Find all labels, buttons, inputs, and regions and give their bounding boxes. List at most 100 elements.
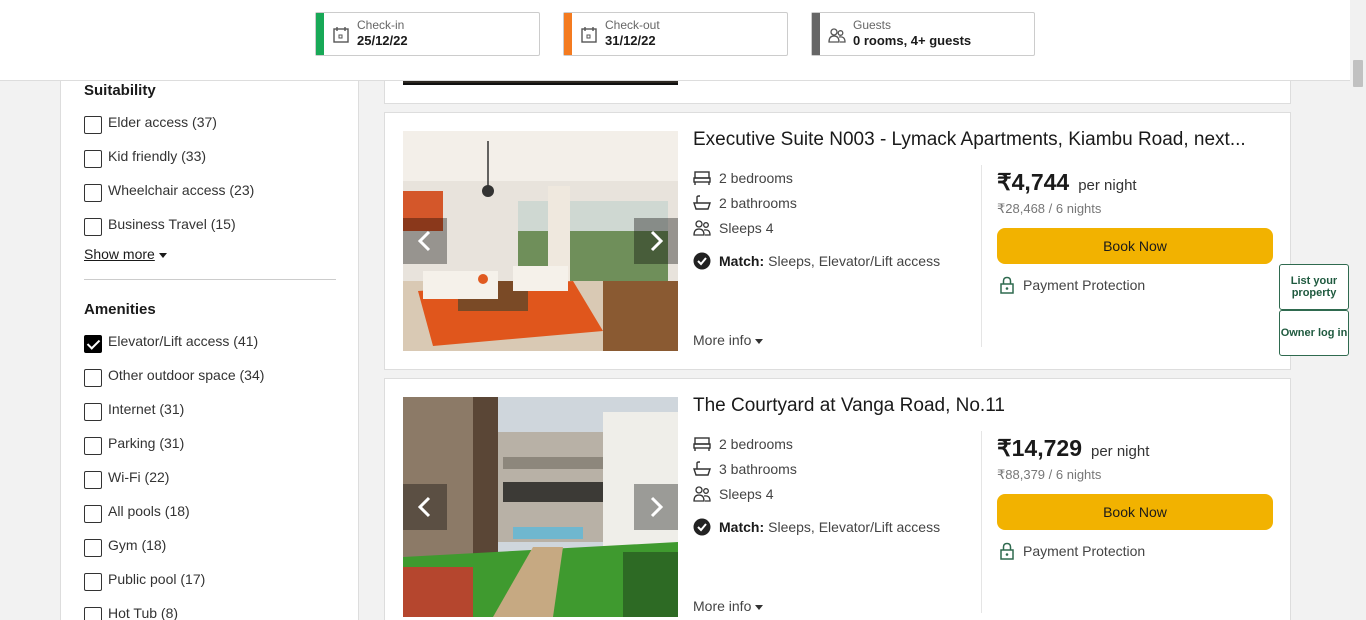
list-your-property-button[interactable]: List your property [1279,264,1349,310]
checkbox[interactable] [84,505,102,523]
match-value: Sleeps, Elevator/Lift access [768,253,941,269]
checkout-field[interactable]: Check-out 31/12/22 [563,12,788,56]
show-more-label: Show more [84,246,155,262]
chevron-right-icon [650,230,664,252]
chevron-left-icon [417,230,431,252]
book-now-button[interactable]: Book Now [997,494,1273,530]
filter-wifi[interactable]: Wi-Fi (22) [84,467,170,489]
filter-business-travel[interactable]: Business Travel (15) [84,214,236,236]
listing-title[interactable]: The Courtyard at Vanga Road, No.11 [693,395,1273,417]
lock-icon [1000,276,1014,294]
nightly-price: ₹4,744 [997,169,1070,195]
filter-public-pool[interactable]: Public pool (17) [84,569,205,591]
filter-hot-tub[interactable]: Hot Tub (8) [84,603,178,620]
filter-elder-access[interactable]: Elder access (37) [84,112,217,134]
payment-protection[interactable]: Payment Protection [999,542,1145,560]
divider [84,279,336,280]
page-scrollbar[interactable] [1350,0,1366,620]
amenities-heading: Amenities [84,301,156,318]
chevron-right-icon [650,496,664,518]
filter-sidebar: Suitability Elder access (37) Kid friend… [60,81,359,620]
checkout-label: Check-out [605,18,660,32]
filter-gym[interactable]: Gym (18) [84,535,167,557]
nightly-price: ₹14,729 [997,435,1082,461]
filter-kid-friendly[interactable]: Kid friendly (33) [84,146,206,168]
owner-login-button[interactable]: Owner log in [1279,310,1349,356]
check-circle-icon [693,252,711,270]
guests-value: 0 rooms, 4+ guests [853,33,972,48]
scrollbar-thumb[interactable] [1353,60,1363,87]
caret-down-icon [755,338,764,344]
listing-photo-courtyard[interactable] [403,397,678,617]
checkbox[interactable] [84,184,102,202]
checkbox[interactable] [84,607,102,620]
bed-icon [693,437,711,451]
sleeps-text: Sleeps 4 [719,220,774,236]
filter-outdoor-space[interactable]: Other outdoor space (34) [84,365,264,387]
match-feature: Match: Sleeps, Elevator/Lift access [693,252,940,270]
payment-protection-label: Payment Protection [1023,543,1146,559]
search-header: Check-in 25/12/22 Check-out 31/12/22 Gue… [0,0,1350,81]
calendar-icon [333,27,349,43]
bathtub-icon [693,195,711,210]
sleeps-feature: Sleeps 4 [693,220,773,236]
filter-label: Internet (31) [108,401,185,417]
price-block: ₹4,744 per night [997,169,1137,196]
show-more-link[interactable]: Show more [84,246,167,262]
filter-parking[interactable]: Parking (31) [84,433,184,455]
bathrooms-feature: 2 bathrooms [693,195,797,211]
caret-down-icon [755,604,764,610]
photo-prev-button[interactable] [403,218,447,264]
people-icon [693,486,711,502]
listing-photo-living-room[interactable] [403,131,678,351]
listing-title[interactable]: Executive Suite N003 - Lymack Apartments… [693,129,1273,151]
listing-card: Executive Suite N003 - Lymack Apartments… [384,112,1291,370]
total-price: ₹88,379 / 6 nights [997,467,1102,482]
check-circle-icon [693,518,711,536]
photo-next-button[interactable] [634,218,678,264]
filter-label: Business Travel (15) [108,216,236,232]
people-icon [828,28,846,43]
checkbox[interactable] [84,218,102,236]
checkbox-checked[interactable] [84,335,102,353]
filter-label: All pools (18) [108,503,190,519]
filter-label: Elevator/Lift access (41) [108,333,259,349]
checkout-stripe [564,13,572,55]
checkbox[interactable] [84,471,102,489]
checkbox[interactable] [84,539,102,557]
guests-label: Guests [853,18,892,32]
guests-field[interactable]: Guests 0 rooms, 4+ guests [811,12,1035,56]
bathtub-icon [693,461,711,476]
checkin-stripe [316,13,324,55]
filter-wheelchair-access[interactable]: Wheelchair access (23) [84,180,254,202]
per-night-label: per night [1078,177,1137,194]
checkbox[interactable] [84,573,102,591]
people-icon [693,220,711,236]
checkin-field[interactable]: Check-in 25/12/22 [315,12,540,56]
bathrooms-feature: 3 bathrooms [693,461,797,477]
checkbox[interactable] [84,150,102,168]
photo-next-button[interactable] [634,484,678,530]
checkbox[interactable] [84,403,102,421]
checkin-label: Check-in [357,18,405,32]
filter-label: Hot Tub (8) [108,605,179,620]
checkbox[interactable] [84,369,102,387]
more-info-toggle[interactable]: More info [693,332,764,348]
lock-icon [1000,542,1014,560]
divider [981,165,982,347]
filter-label: Elder access (37) [108,114,217,130]
bedrooms-text: 2 bedrooms [719,436,793,452]
filter-label: Wi-Fi (22) [108,469,170,485]
more-info-toggle[interactable]: More info [693,598,764,614]
match-label: Match: [719,253,765,269]
filter-elevator[interactable]: Elevator/Lift access (41) [84,331,259,353]
filter-all-pools[interactable]: All pools (18) [84,501,190,523]
filter-internet[interactable]: Internet (31) [84,399,185,421]
filter-label: Gym (18) [108,537,167,553]
checkbox[interactable] [84,437,102,455]
book-now-button[interactable]: Book Now [997,228,1273,264]
bedrooms-feature: 2 bedrooms [693,170,793,186]
checkbox[interactable] [84,116,102,134]
photo-prev-button[interactable] [403,484,447,530]
payment-protection[interactable]: Payment Protection [999,276,1145,294]
